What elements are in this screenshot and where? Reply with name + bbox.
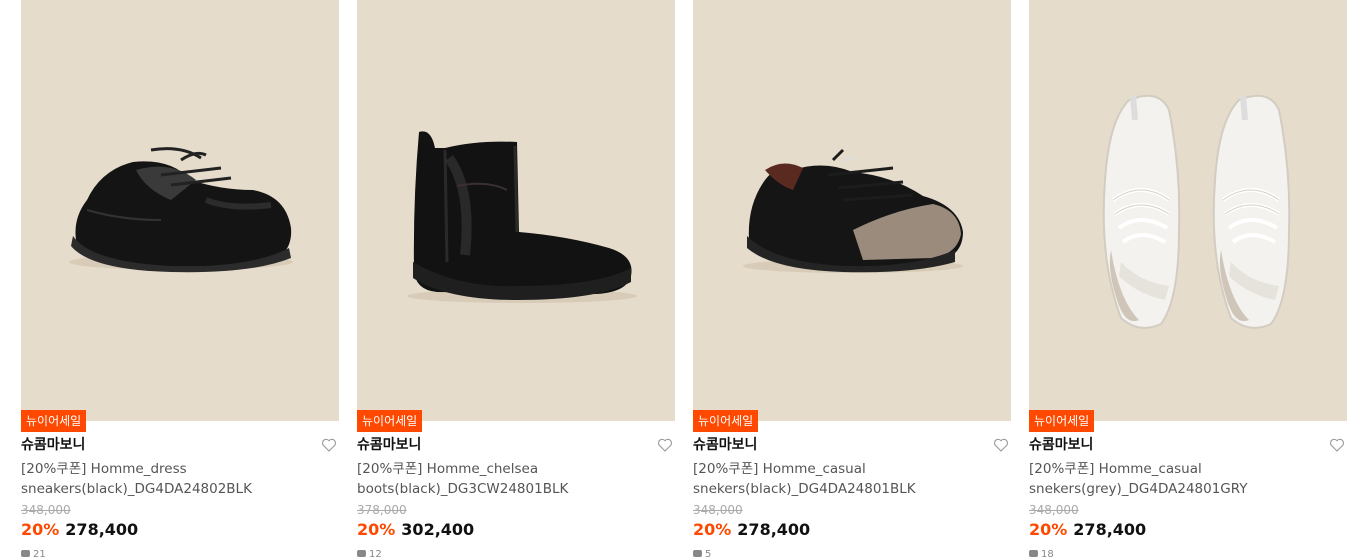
heart-icon[interactable]: [321, 437, 337, 453]
sale-price: 302,400: [401, 520, 475, 539]
brand-name[interactable]: 슈콤마보니: [21, 437, 85, 453]
review-count-value: 5: [705, 549, 712, 560]
product-title[interactable]: [20%쿠폰] Homme_casual snekers(black)_DG4D…: [693, 459, 1011, 499]
review-icon: [693, 550, 702, 557]
review-count-value: 12: [369, 549, 382, 560]
sale-badge: 뉴이어세일: [1029, 410, 1095, 432]
review-count: 18: [1029, 549, 1054, 560]
original-price: 348,000: [21, 503, 71, 517]
product-title[interactable]: [20%쿠폰] Homme_dress sneakers(black)_DG4D…: [21, 459, 339, 499]
sale-badge: 뉴이어세일: [693, 410, 759, 432]
brand-row: 슈콤마보니: [693, 436, 1011, 454]
discount-rate: 20%: [21, 520, 60, 539]
product-image[interactable]: [357, 0, 675, 421]
sale-badge: 뉴이어세일: [357, 410, 423, 432]
discount-rate: 20%: [1029, 520, 1068, 539]
heart-icon[interactable]: [657, 437, 673, 453]
price-row: 20% 278,400: [1029, 520, 1146, 540]
discount-rate: 20%: [357, 520, 396, 539]
product-card[interactable]: 뉴이어세일 슈콤마보니 [20%쿠폰] Homme_casual snekers…: [1029, 0, 1347, 560]
price-row: 20% 278,400: [693, 520, 810, 540]
product-grid: 뉴이어세일 슈콤마보니 [20%쿠폰] Homme_dress sneakers…: [21, 0, 1347, 560]
brand-row: 슈콤마보니: [21, 436, 339, 454]
brand-row: 슈콤마보니: [357, 436, 675, 454]
black-chelsea-boot-icon: [407, 131, 637, 303]
original-price: 378,000: [357, 503, 407, 517]
brand-row: 슈콤마보니: [1029, 436, 1347, 454]
original-price: 348,000: [693, 503, 743, 517]
sale-price: 278,400: [737, 520, 811, 539]
heart-icon[interactable]: [1329, 437, 1345, 453]
heart-icon[interactable]: [993, 437, 1009, 453]
black-casual-sneaker-icon: [743, 148, 963, 273]
review-count-value: 21: [33, 549, 46, 560]
product-card[interactable]: 뉴이어세일 슈콤마보니 [20%쿠폰] Homme_chelsea boots(…: [357, 0, 675, 560]
original-price: 348,000: [1029, 503, 1079, 517]
discount-rate: 20%: [693, 520, 732, 539]
product-card[interactable]: 뉴이어세일 슈콤마보니 [20%쿠폰] Homme_dress sneakers…: [21, 0, 339, 560]
white-grey-sneaker-pair-icon: [1102, 94, 1291, 329]
product-title[interactable]: [20%쿠폰] Homme_casual snekers(grey)_DG4DA…: [1029, 459, 1347, 499]
review-icon: [21, 550, 30, 557]
brand-name[interactable]: 슈콤마보니: [1029, 437, 1093, 453]
product-image[interactable]: [1029, 0, 1347, 421]
product-image[interactable]: [693, 0, 1011, 421]
brand-name[interactable]: 슈콤마보니: [357, 437, 421, 453]
product-image[interactable]: [21, 0, 339, 421]
review-icon: [1029, 550, 1038, 557]
price-row: 20% 278,400: [21, 520, 138, 540]
product-card[interactable]: 뉴이어세일 슈콤마보니 [20%쿠폰] Homme_casual snekers…: [693, 0, 1011, 560]
sale-price: 278,400: [65, 520, 139, 539]
review-count: 21: [21, 549, 46, 560]
review-count: 12: [357, 549, 382, 560]
sale-badge: 뉴이어세일: [21, 410, 87, 432]
review-icon: [357, 550, 366, 557]
review-count: 5: [693, 549, 711, 560]
review-count-value: 18: [1041, 549, 1054, 560]
brand-name[interactable]: 슈콤마보니: [693, 437, 757, 453]
sale-price: 278,400: [1073, 520, 1147, 539]
black-dress-sneaker-icon: [69, 147, 293, 273]
price-row: 20% 302,400: [357, 520, 474, 540]
product-title[interactable]: [20%쿠폰] Homme_chelsea boots(black)_DG3CW…: [357, 459, 675, 499]
